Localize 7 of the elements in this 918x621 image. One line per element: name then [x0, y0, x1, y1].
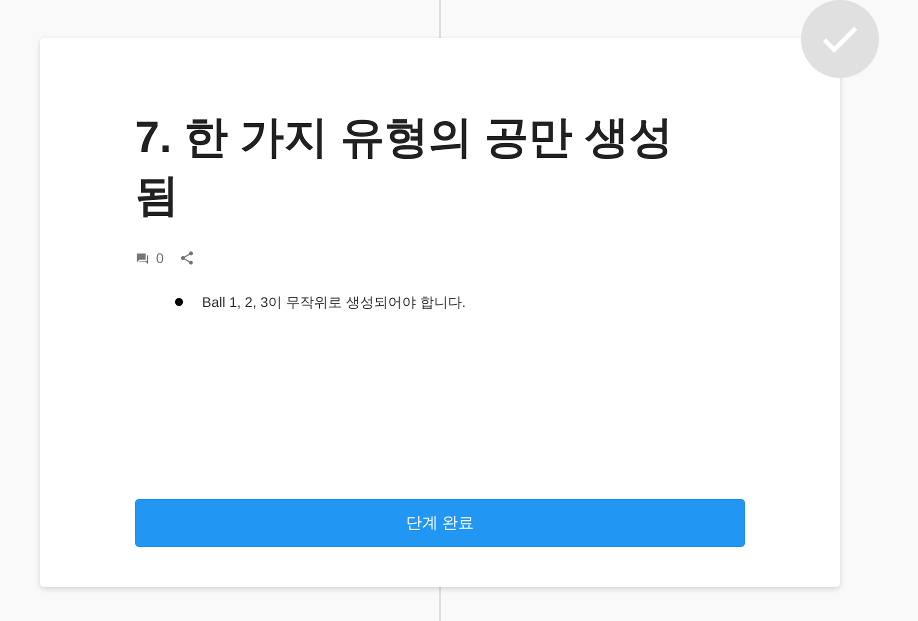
- bullet-icon: [175, 298, 183, 306]
- comment-count: 0: [156, 250, 164, 266]
- share-icon[interactable]: [178, 250, 195, 266]
- complete-step-button[interactable]: 단계 완료: [135, 499, 745, 547]
- step-title: 7. 한 가지 유형의 공만 생성 됨: [135, 112, 674, 222]
- comments-icon[interactable]: [135, 250, 150, 266]
- bullet-text: Ball 1, 2, 3이 무작위로 생성되어야 합니다.: [202, 293, 466, 312]
